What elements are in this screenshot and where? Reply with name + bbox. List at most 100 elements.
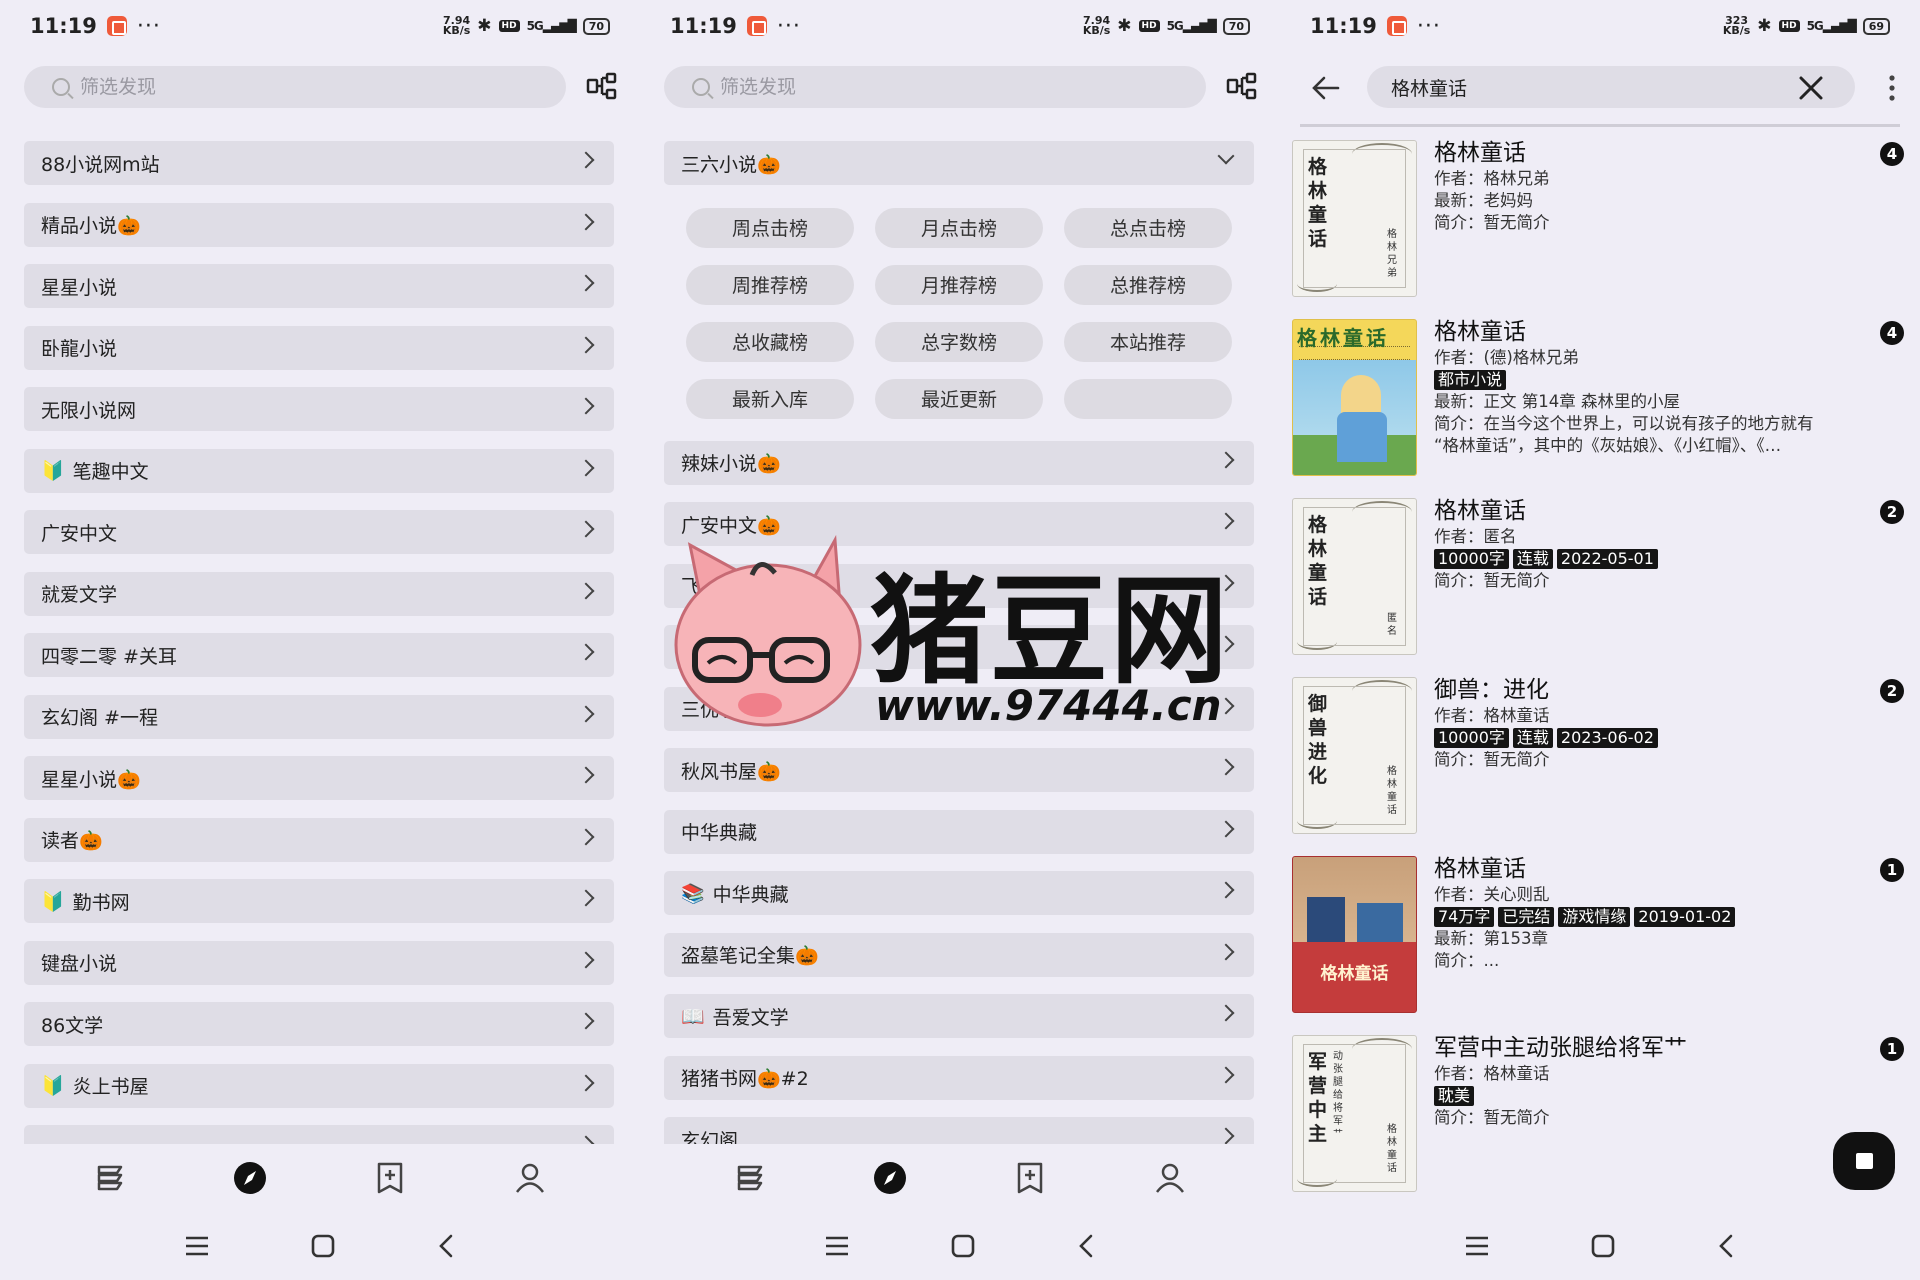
home-icon[interactable] [950, 1233, 976, 1259]
book-tag: 74万字 [1434, 907, 1495, 927]
source-item[interactable]: 🔰 炎上书屋 [24, 1063, 614, 1108]
back-icon[interactable] [1716, 1233, 1736, 1259]
book-cover: 格林童话 [1292, 856, 1417, 1013]
stop-search-button[interactable] [1833, 1132, 1895, 1190]
source-item[interactable]: 📚 中华典藏 [664, 871, 1254, 915]
source-item[interactable]: 星星小说 [24, 264, 614, 308]
source-item[interactable]: 广安中文🎃 [664, 502, 1254, 546]
ranking-chip[interactable]: 月点击榜 [875, 207, 1043, 248]
source-item[interactable]: 玄幻阁 [664, 1117, 1254, 1144]
chevron-right-icon [577, 213, 595, 230]
book-result[interactable]: 格林童话 格林童话 作者：关心则乱 74万字 已完结 游戏情缘 2019-01-02 最新：第… [1292, 854, 1912, 1033]
source-item[interactable] [24, 1125, 614, 1144]
source-item[interactable]: 🔰 笔趣中文 [24, 448, 614, 493]
chevron-right-icon [1217, 697, 1235, 714]
ranking-chip[interactable]: 本站推荐 [1064, 321, 1232, 362]
profile-icon[interactable] [1138, 1154, 1202, 1202]
menu-icon[interactable] [1464, 1235, 1490, 1257]
source-item[interactable]: 📖 吾爱文学 [664, 994, 1254, 1038]
cover-subtitle: 动张腿给将军艹 [1333, 1051, 1343, 1140]
rss-icon[interactable] [998, 1154, 1062, 1202]
ranking-chip[interactable]: 月推荐榜 [875, 264, 1043, 305]
search-toolbar [1280, 66, 1920, 110]
explore-icon[interactable] [858, 1154, 922, 1202]
source-item[interactable]: 秋风书屋🎃 [664, 748, 1254, 792]
chevron-right-icon [577, 828, 595, 845]
ranking-chip[interactable]: 总字数榜 [875, 321, 1043, 362]
source-item[interactable]: 星星小说🎃 [24, 756, 614, 800]
book-result[interactable]: 御兽进化 格林童话 御兽：进化 作者：格林童话 10000字 连载 2023-06-02 简介… [1292, 675, 1912, 854]
back-icon[interactable] [1076, 1233, 1096, 1259]
book-tag: 已完结 [1498, 907, 1555, 927]
chevron-right-icon [577, 766, 595, 784]
source-item[interactable]: 三优小说🎃#2 [664, 686, 1254, 731]
chevron-right-icon [577, 520, 595, 538]
source-item[interactable]: 读者🎃 [24, 817, 614, 862]
source-item[interactable]: 就爱文学 [24, 571, 614, 616]
search-bar[interactable] [664, 66, 1206, 108]
source-item[interactable]: 🔰 勤书网 [24, 879, 614, 923]
signal-icon: 5G▂▄▆█ [1166, 19, 1217, 33]
source-item[interactable]: 中华典藏 [664, 809, 1254, 854]
book-result[interactable]: 格林童话 格林兄弟 格林童话 作者：格林兄弟 最新：老妈妈 简介：暂无简介 4 [1292, 138, 1912, 317]
source-item[interactable]: 88小说网m站 [24, 141, 614, 185]
bookshelf-icon[interactable] [78, 1154, 142, 1202]
source-item-label: 吾爱文学 [712, 1006, 789, 1029]
rss-icon[interactable] [358, 1154, 422, 1202]
source-item-expanded[interactable]: 三六小说🎃 [664, 141, 1254, 185]
search-input[interactable] [720, 76, 1120, 98]
ranking-chip[interactable]: 周点击榜 [686, 207, 854, 248]
source-list: 88小说网m站 精品小说🎃 星星小说卧龍小说无限小说网 🔰 笔趣中文广安中文就爱文学四零… [24, 141, 614, 1144]
source-item-label: 星星小说🎃 [41, 768, 141, 791]
book-result[interactable]: 格林童话 匿名 格林童话 作者：匿名 10000字 连载 2022-05-01 简介：暂无简介… [1292, 496, 1912, 675]
chevron-right-icon [1217, 943, 1235, 960]
source-item[interactable]: 零下书屋 [664, 625, 1254, 669]
group-toggle-icon[interactable] [586, 70, 618, 102]
book-result[interactable]: 军营中主 动张腿给将军艹 格林童话 军营中主动张腿给将军艹 作者：格林童话 耽美 简介：暂无… [1292, 1033, 1912, 1212]
chevron-right-icon [577, 705, 595, 722]
search-input[interactable] [1391, 76, 1771, 98]
source-item[interactable]: 卧龍小说 [24, 325, 614, 370]
back-arrow-icon[interactable] [1310, 72, 1342, 104]
source-item[interactable]: 86文学 [24, 1002, 614, 1046]
source-item[interactable]: 飞卢小说🎃#2 [664, 563, 1254, 608]
ranking-chip[interactable] [1064, 378, 1232, 419]
back-icon[interactable] [436, 1233, 456, 1259]
notification-app-icon [746, 16, 767, 36]
search-input[interactable] [80, 76, 480, 98]
source-count-badge: 1 [1880, 858, 1904, 882]
bookshelf-icon[interactable] [718, 1154, 782, 1202]
search-bar[interactable] [1367, 66, 1855, 108]
ranking-chip[interactable]: 最近更新 [875, 378, 1043, 419]
chevron-right-icon [1217, 820, 1235, 837]
source-item[interactable]: 玄幻阁 #一程 [24, 694, 614, 739]
source-item[interactable]: 广安中文 [24, 510, 614, 554]
source-item[interactable]: 盗墓笔记全集🎃 [664, 932, 1254, 977]
source-badge-icon: 🔰 [41, 890, 65, 913]
book-result[interactable]: 格林童话 格林童话 作者：(德)格林兄弟 都市小说 最新：正文 第14章 森林里的小屋简… [1292, 317, 1912, 496]
group-toggle-icon[interactable] [1226, 70, 1258, 102]
source-item[interactable]: 辣妹小说🎃 [664, 440, 1254, 485]
ranking-chip[interactable]: 周推荐榜 [686, 264, 854, 305]
search-bar[interactable] [24, 66, 566, 108]
profile-icon[interactable] [498, 1154, 562, 1202]
close-icon[interactable] [1798, 75, 1824, 101]
source-item[interactable]: 精品小说🎃 [24, 202, 614, 247]
book-cover: 格林童话 匿名 [1292, 498, 1417, 655]
book-author: 作者：格林童话 [1434, 1064, 1550, 1083]
source-item[interactable]: 键盘小说 [24, 940, 614, 985]
more-vert-icon[interactable] [1880, 72, 1904, 104]
source-item[interactable]: 四零二零 #关耳 [24, 633, 614, 677]
menu-icon[interactable] [824, 1235, 850, 1257]
source-item[interactable]: 无限小说网 [24, 387, 614, 431]
menu-icon[interactable] [184, 1235, 210, 1257]
system-nav [640, 1212, 1280, 1280]
ranking-chip[interactable]: 最新入库 [686, 378, 854, 419]
home-icon[interactable] [1590, 1233, 1616, 1259]
ranking-chip[interactable]: 总推荐榜 [1064, 264, 1232, 305]
home-icon[interactable] [310, 1233, 336, 1259]
ranking-chip[interactable]: 总收藏榜 [686, 321, 854, 362]
ranking-chip[interactable]: 总点击榜 [1064, 207, 1232, 248]
explore-icon[interactable] [218, 1154, 282, 1202]
source-item[interactable]: 猪猪书网🎃#2 [664, 1055, 1254, 1100]
